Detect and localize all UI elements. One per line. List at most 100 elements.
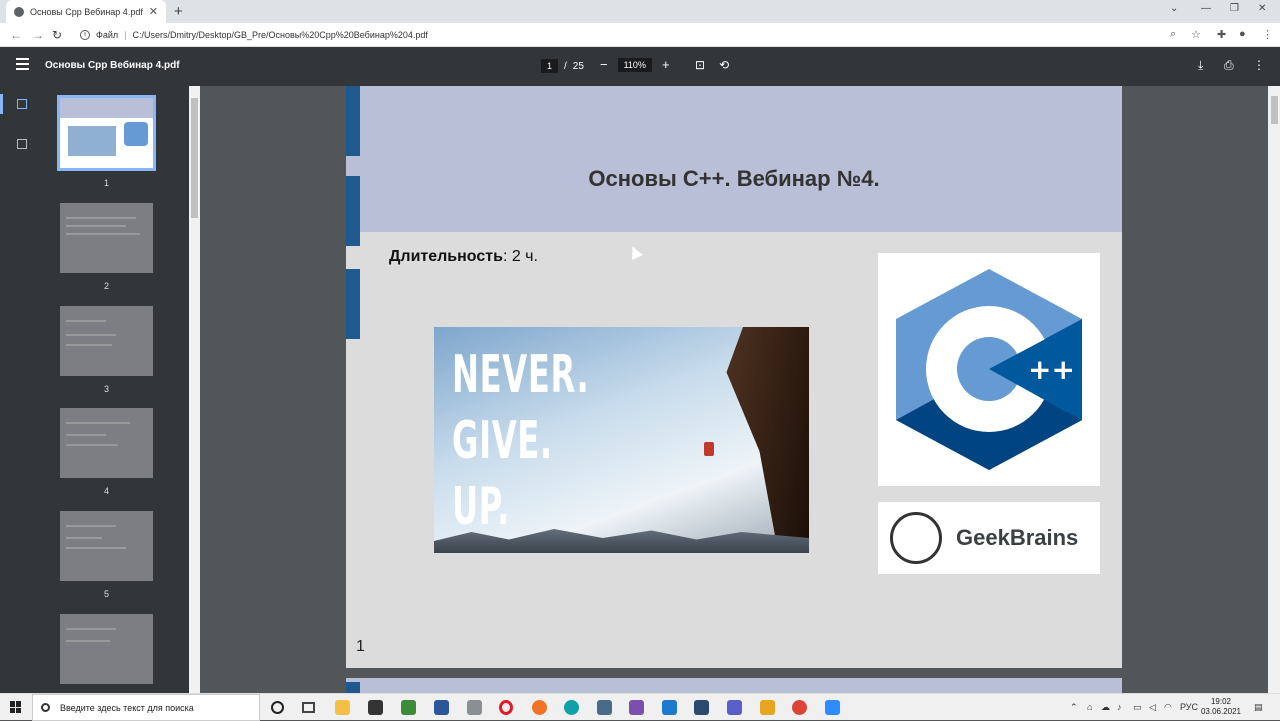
url-field[interactable]: i Файл | C:/Users/Dmitry/Desktop/GB_Pre/… <box>80 26 1160 44</box>
zoom-in-button[interactable]: + <box>662 57 670 72</box>
tab-title: Основы Cpp Вебинар 4.pdf <box>30 6 143 17</box>
search-icon <box>41 703 50 712</box>
app-icon[interactable] <box>694 700 709 715</box>
slide-duration: Длительность: 2 ч. <box>389 248 538 266</box>
page-thumbnail-4[interactable] <box>60 408 153 478</box>
page-separator: / <box>564 60 567 72</box>
download-icon[interactable]: ⤓ <box>1198 58 1203 73</box>
thumbnail-sidebar: 1 2 3 4 5 <box>0 86 200 693</box>
rotate-icon[interactable]: ⟲ <box>719 58 729 72</box>
duration-label: Длительность <box>389 248 503 265</box>
reload-icon[interactable]: ↻ <box>52 28 62 42</box>
file-explorer-icon[interactable] <box>335 700 350 715</box>
tab-search-icon[interactable]: ⌄ <box>1170 3 1178 14</box>
search-placeholder: Введите здесь текст для поиска <box>60 702 194 713</box>
vscode-icon[interactable] <box>662 700 677 715</box>
cortana-icon[interactable] <box>271 701 284 714</box>
visual-studio-icon[interactable] <box>629 700 644 715</box>
thumbnail-label: 5 <box>103 589 109 599</box>
windows-start-icon[interactable] <box>10 701 22 713</box>
app-icon[interactable] <box>434 700 449 715</box>
browser-tab-bar: Основы Cpp Вебинар 4.pdf ✕ + ⌄ — ❐ ✕ <box>0 0 1280 23</box>
fit-page-icon[interactable]: ⊡ <box>695 58 705 72</box>
app-icon[interactable] <box>467 700 482 715</box>
opera-icon[interactable] <box>499 700 513 715</box>
slide-page-number: 1 <box>356 638 365 655</box>
zoom-level-input[interactable]: 110% <box>617 57 652 72</box>
teams-icon[interactable] <box>727 700 742 715</box>
app-icon[interactable] <box>760 700 775 715</box>
cpp-logo: ++ <box>878 253 1100 486</box>
page-number-input[interactable]: 1 <box>541 59 559 73</box>
back-arrow-icon[interactable]: ← <box>10 28 22 42</box>
close-tab-icon[interactable]: ✕ <box>149 5 158 18</box>
sidebar-scrollbar[interactable] <box>189 86 200 693</box>
app-icon[interactable] <box>401 700 416 715</box>
photo-text-give: GIVE. <box>452 411 553 471</box>
forward-arrow-icon[interactable]: → <box>32 28 44 42</box>
slide-accent-bar <box>346 86 360 156</box>
taskbar-clock[interactable]: 19:02 03.06.2021 <box>1195 697 1247 717</box>
sidebar-menu-icon[interactable] <box>16 58 29 73</box>
page-indicator: 1 / 25 <box>541 59 584 73</box>
page-thumbnail-1[interactable] <box>57 95 156 171</box>
store-icon[interactable] <box>368 700 383 715</box>
info-icon[interactable]: i <box>80 30 90 40</box>
onedrive-icon[interactable]: ☁ <box>1101 702 1110 713</box>
zoom-out-button[interactable]: − <box>600 57 608 72</box>
browser-menu-icon[interactable]: ⋮ <box>1262 28 1273 41</box>
minimize-button[interactable]: — <box>1201 3 1211 14</box>
page-thumbnail-6[interactable] <box>60 614 153 684</box>
profile-avatar-icon[interactable]: ● <box>1239 28 1246 40</box>
extensions-icon[interactable]: ✚ <box>1217 28 1226 41</box>
thumbnail-label: 2 <box>103 281 109 291</box>
calculator-icon[interactable] <box>597 700 612 715</box>
brain-icon <box>890 512 942 564</box>
zoom-app-icon[interactable] <box>825 700 840 715</box>
thumbnail-label: 1 <box>103 178 109 188</box>
pdf-page-2-top <box>346 678 1122 693</box>
notifications-icon[interactable]: ▤ <box>1254 702 1263 713</box>
outline-view-icon[interactable] <box>17 139 27 149</box>
edge-icon[interactable] <box>564 700 579 715</box>
microphone-icon[interactable]: ♪ <box>1117 702 1122 712</box>
geekbrains-logo-text: GeekBrains <box>956 525 1079 550</box>
zoom-icon[interactable]: ⌕ <box>1170 28 1176 41</box>
browser-tab[interactable]: Основы Cpp Вебинар 4.pdf ✕ <box>6 0 166 23</box>
page-thumbnail-3[interactable] <box>60 306 153 376</box>
slide-accent-bar <box>346 269 360 339</box>
print-icon[interactable]: ⎙ <box>1224 58 1234 73</box>
firefox-icon[interactable] <box>532 700 547 715</box>
geekbrains-logo: GeekBrains <box>878 502 1100 574</box>
slide-accent-bar <box>346 176 360 246</box>
pdf-title: Основы Cpp Вебинар 4.pdf <box>45 60 180 71</box>
pdf-toolbar: Основы Cpp Вебинар 4.pdf 1 / 25 − 110% +… <box>0 47 1280 86</box>
volume-icon[interactable]: ◁ <box>1149 702 1156 713</box>
url-text: C:/Users/Dmitry/Desktop/GB_Pre/Основы%20… <box>132 30 428 40</box>
zoom-controls: − 110% + <box>600 57 670 72</box>
taskbar-search-input[interactable]: Введите здесь текст для поиска <box>32 694 260 721</box>
svg-text:++: ++ <box>1028 353 1075 386</box>
page-thumbnail-5[interactable] <box>60 511 153 581</box>
chrome-icon[interactable] <box>792 700 807 715</box>
thumbnails-view-icon[interactable] <box>17 99 27 109</box>
clock-time: 19:02 <box>1210 697 1232 706</box>
battery-icon[interactable]: ▭ <box>1133 702 1142 713</box>
address-bar-row: ← → ↻ i Файл | C:/Users/Dmitry/Desktop/G… <box>0 23 1280 47</box>
more-actions-icon[interactable]: ⋮ <box>1253 58 1265 72</box>
pdf-page-1: Основы C++. Вебинар №4. Длительность: 2 … <box>346 86 1122 668</box>
duration-value: : 2 ч. <box>502 248 538 265</box>
main-scrollbar[interactable] <box>1268 86 1280 693</box>
network-icon[interactable]: ◠ <box>1164 702 1172 713</box>
windows-taskbar: Введите здесь текст для поиска ⌃ ⌂ ☁ ♪ ▭… <box>0 693 1280 721</box>
restore-button[interactable]: ❐ <box>1230 3 1239 14</box>
tray-icon[interactable]: ⌂ <box>1087 702 1092 712</box>
new-tab-button[interactable]: + <box>174 3 183 20</box>
task-view-icon[interactable] <box>302 702 315 713</box>
thumbnail-label: 4 <box>103 486 109 496</box>
tray-chevron-icon[interactable]: ⌃ <box>1070 702 1078 713</box>
page-thumbnail-2[interactable] <box>60 203 153 273</box>
bookmark-star-icon[interactable]: ☆ <box>1191 28 1201 41</box>
close-window-button[interactable]: ✕ <box>1258 3 1266 14</box>
cliff-shape <box>726 327 809 553</box>
